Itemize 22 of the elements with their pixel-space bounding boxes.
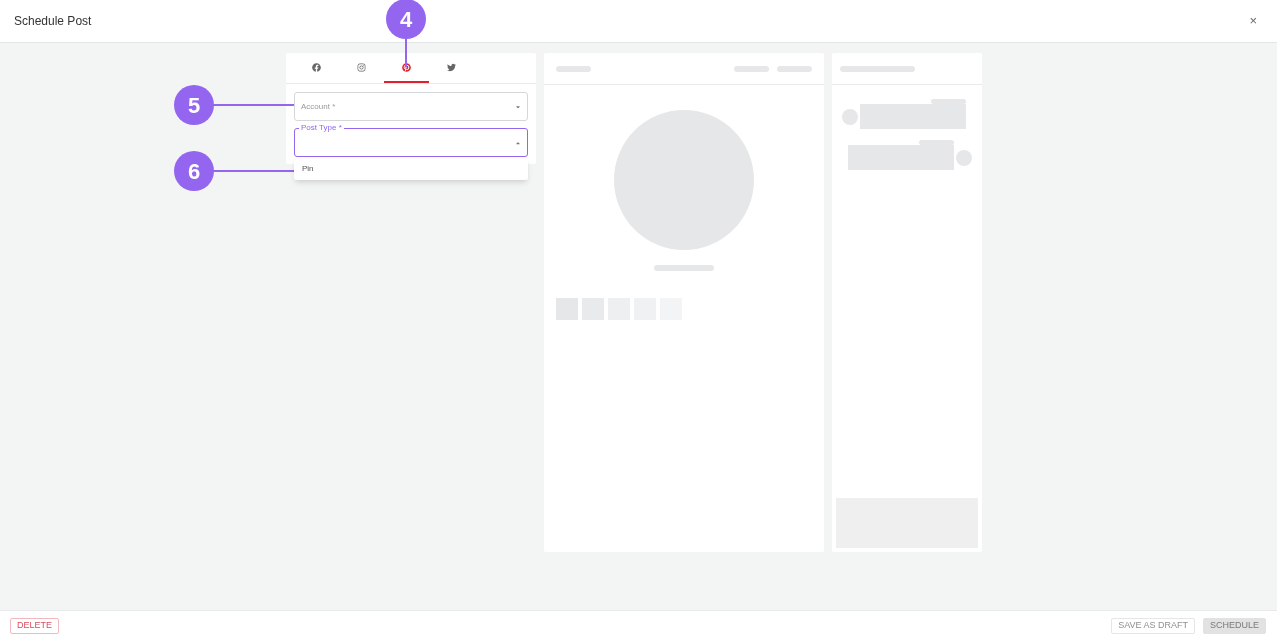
post-type-label: Post Type * [299,123,344,133]
skeleton-bar [556,65,591,72]
avatar-placeholder [956,149,972,166]
close-button[interactable]: × [1249,11,1257,31]
skeleton-bar [777,65,812,72]
account-placeholder: Account * [301,100,336,113]
skeleton-bar [931,99,966,104]
dropdown-option[interactable]: Pin [294,157,528,180]
account-field[interactable]: Account * [294,92,528,121]
leader-line [405,38,407,67]
twitter-icon [447,62,456,72]
callout-badge: 4 [386,0,426,39]
avatar-placeholder [842,108,858,125]
thumbnail-placeholder [556,298,578,320]
skeleton-bar [919,140,954,145]
facebook-icon [312,62,321,72]
skeleton-bar [734,65,769,72]
skeleton-bar [654,265,714,271]
caret-icon [515,103,521,110]
delete-button[interactable]: DELETE [10,617,59,634]
window-title: Schedule Post [14,13,92,30]
instagram-icon [357,62,366,72]
